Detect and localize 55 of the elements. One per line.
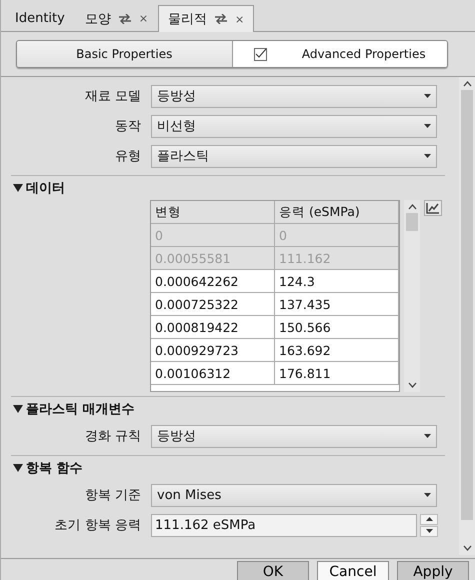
panel-scrollbar[interactable] xyxy=(459,77,475,555)
expand-triangle-icon xyxy=(13,464,23,472)
chart-icon[interactable] xyxy=(424,200,442,216)
section-header[interactable]: 플라스틱 매개변수 xyxy=(11,397,445,421)
column-header[interactable]: 응력 (eSMPa) xyxy=(275,201,399,223)
table-cell: 0 xyxy=(151,224,275,246)
stress-input[interactable]: 111.162 eSMPa xyxy=(151,514,417,536)
mode-segment[interactable]: Basic Properties xyxy=(17,41,232,67)
scroll-up-icon[interactable] xyxy=(408,204,416,210)
tab[interactable]: Identity xyxy=(5,5,75,31)
scroll-up-icon[interactable] xyxy=(462,81,472,87)
field-label: 재료 모델 xyxy=(84,88,142,105)
dropdown-caret-icon xyxy=(424,94,431,98)
section-header[interactable]: 항복 함수 xyxy=(11,456,445,480)
table-cell: 0.00055581 xyxy=(151,247,275,269)
table-cell: 0 xyxy=(275,224,399,246)
swap-arrows-icon xyxy=(215,14,228,24)
dialog-button[interactable]: Apply xyxy=(397,561,469,580)
scroll-down-icon[interactable] xyxy=(462,545,472,551)
up-triangle-icon xyxy=(426,517,432,521)
mode-segment[interactable]: Advanced Properties xyxy=(232,41,447,67)
dialog-button[interactable]: Cancel xyxy=(317,561,389,580)
section-header[interactable]: 데이터 xyxy=(11,176,445,200)
close-tab-button[interactable]: × xyxy=(235,12,244,26)
field-label: 동작 xyxy=(114,118,142,135)
dropdown[interactable]: 플라스틱 xyxy=(151,144,437,168)
dropdown-caret-icon xyxy=(424,493,431,497)
tab[interactable]: 모양 × xyxy=(74,5,158,31)
scrollbar-thumb[interactable] xyxy=(406,213,418,231)
field-label: 항복 기준 xyxy=(84,487,142,504)
expand-triangle-icon xyxy=(13,405,23,413)
field-label: 초기 항복 응력 xyxy=(54,517,142,534)
close-tab-button[interactable]: × xyxy=(138,12,148,25)
table-cell: 111.162 xyxy=(275,247,399,269)
checkbox-icon xyxy=(254,48,268,60)
tab[interactable]: 물리적 × xyxy=(158,5,254,32)
column-header[interactable]: 변형 xyxy=(151,201,275,223)
dropdown-caret-icon xyxy=(424,434,431,438)
dropdown[interactable]: 등방성 xyxy=(151,424,437,448)
down-triangle-icon xyxy=(426,529,432,533)
dropdown-caret-icon xyxy=(424,124,431,128)
expand-triangle-icon xyxy=(13,184,23,192)
dropdown[interactable]: von Mises xyxy=(151,484,437,506)
scroll-down-icon[interactable] xyxy=(408,382,416,388)
dropdown[interactable]: 비선형 xyxy=(151,114,437,138)
dialog-button[interactable]: OK xyxy=(237,561,309,580)
swap-arrows-icon xyxy=(118,14,131,24)
scrollbar-thumb[interactable] xyxy=(461,90,473,520)
spin-down-button[interactable] xyxy=(420,526,438,536)
dropdown-caret-icon xyxy=(424,154,431,158)
field-label: 경화 규칙 xyxy=(84,428,142,445)
spin-up-button[interactable] xyxy=(420,514,438,524)
field-label: 유형 xyxy=(114,148,142,165)
table-scrollbar[interactable] xyxy=(404,200,420,392)
dropdown[interactable]: 등방성 xyxy=(151,84,437,108)
